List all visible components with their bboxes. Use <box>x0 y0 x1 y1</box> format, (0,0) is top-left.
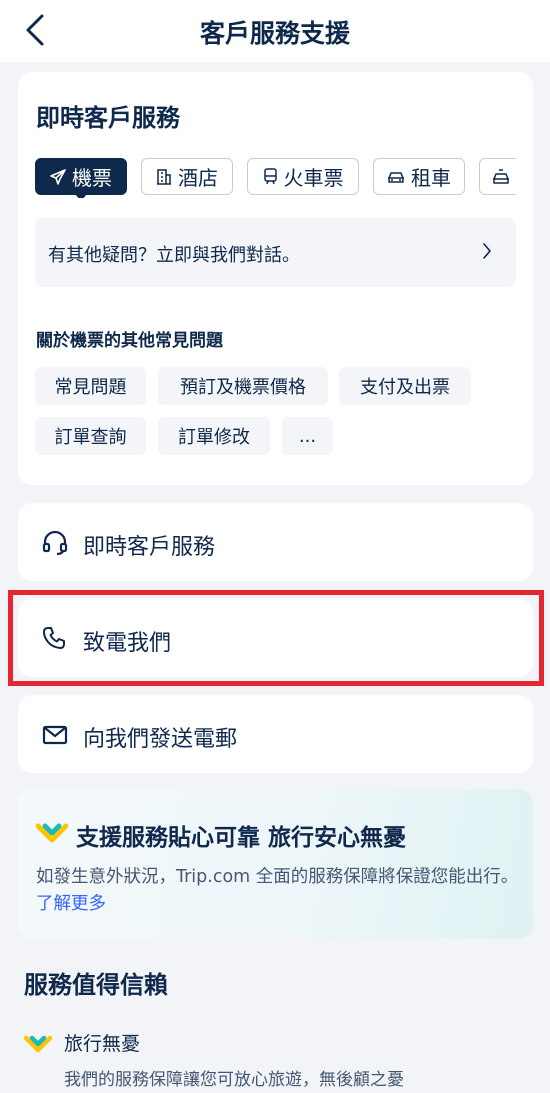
trust-section-title: 服務值得信賴 <box>24 971 168 999</box>
trip-heart-logo-icon <box>24 1035 52 1053</box>
faq-chip[interactable]: 訂單修改 <box>158 417 270 455</box>
tab-taxi[interactable] <box>479 158 516 195</box>
car-icon <box>388 171 404 183</box>
faq-title: 關於機票的其他常見問題 <box>36 331 223 351</box>
tab-label: 火車票 <box>283 166 344 190</box>
row-label: 即時客戶服務 <box>83 535 216 560</box>
highlight-box <box>8 590 544 686</box>
chat-now-row[interactable]: 有其他疑問？立即與我們對話。 <box>35 218 516 287</box>
row-label: 向我們發送電郵 <box>83 727 238 752</box>
email-us-row[interactable]: 向我們發送電郵 <box>18 695 533 773</box>
service-guarantee-banner: 支援服務貼心可靠 旅行安心無憂 如發生意外狀況，Trip.com 全面的服務保障… <box>18 789 533 939</box>
chat-prompt: 有其他疑問？立即與我們對話。 <box>48 245 300 266</box>
plane-icon <box>50 168 66 185</box>
faq-chip[interactable]: 支付及出票 <box>339 367 471 405</box>
product-tabs: 機票 酒店 火車票 租車 <box>35 158 516 198</box>
trust-item-description: 我們的服務保障讓您可放心旅遊，無後顧之憂 <box>64 1070 404 1090</box>
trust-item-title: 旅行無憂 <box>64 1033 141 1055</box>
trip-heart-logo-icon <box>36 823 68 843</box>
faq-chip[interactable]: 常見問題 <box>35 367 146 405</box>
train-icon <box>263 168 277 185</box>
taxi-icon <box>493 168 509 184</box>
banner-description: 如發生意外狀況，Trip.com 全面的服務保障將保證您能出行。 了解更多 <box>36 864 524 918</box>
headset-icon <box>42 530 68 556</box>
tab-label: 機票 <box>72 166 112 190</box>
banner-text: 如發生意外狀況，Trip.com 全面的服務保障將保證您能出行。 <box>36 867 519 887</box>
faq-chip[interactable]: 預訂及機票價格 <box>158 367 328 405</box>
more-faq-chip[interactable]: ... <box>282 417 333 455</box>
live-chat-row[interactable]: 即時客戶服務 <box>18 503 533 581</box>
tab-flights[interactable]: 機票 <box>35 158 127 198</box>
banner-title: 支援服務貼心可靠 旅行安心無憂 <box>76 825 407 851</box>
top-nav-bar: 客戶服務支援 <box>0 0 550 62</box>
page-title: 客戶服務支援 <box>199 19 350 48</box>
tab-label: 租車 <box>411 166 451 190</box>
tab-hotels[interactable]: 酒店 <box>141 158 233 195</box>
tab-car-rental[interactable]: 租車 <box>373 158 465 195</box>
learn-more-link[interactable]: 了解更多 <box>36 894 106 914</box>
mail-icon <box>42 725 68 745</box>
faq-chip[interactable]: 訂單查詢 <box>35 417 146 455</box>
live-service-card: 即時客戶服務 機票 酒店 火車票 租車 有其他疑問？立即與我們對話。 關於機票的… <box>18 72 533 485</box>
tab-label: 酒店 <box>178 166 218 190</box>
hotel-icon <box>157 169 171 185</box>
chevron-right-icon <box>483 243 491 259</box>
section-heading: 即時客戶服務 <box>36 104 180 132</box>
active-tab-indicator <box>75 194 87 198</box>
tab-trains[interactable]: 火車票 <box>247 158 359 195</box>
